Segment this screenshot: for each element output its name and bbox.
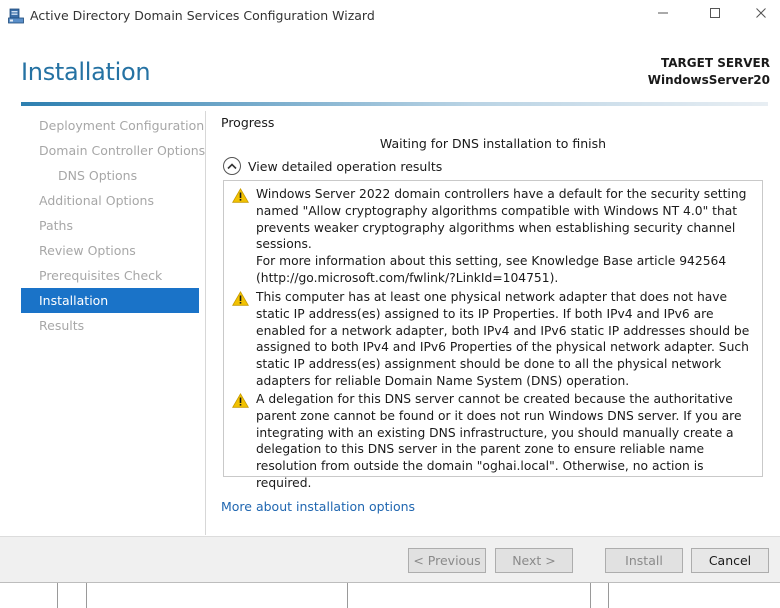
nav-item-results: Results — [39, 318, 85, 333]
close-button[interactable] — [738, 0, 780, 30]
taskbar-separator — [347, 583, 348, 608]
wizard-steps-nav: Deployment Configuration Domain Controll… — [21, 113, 206, 338]
page-title: Installation — [21, 58, 151, 86]
warning-message-text: For more information about this setting,… — [256, 254, 727, 285]
view-details-label: View detailed operation results — [248, 158, 443, 174]
warning-icon — [232, 393, 249, 408]
taskbar-separator — [57, 583, 58, 608]
warning-icon — [232, 188, 249, 203]
progress-status: Waiting for DNS installation to finish — [379, 136, 607, 151]
nav-item-dns-options: DNS Options — [58, 168, 138, 183]
operation-results-panel[interactable]: Windows Server 2022 domain controllers h… — [223, 180, 763, 490]
header-divider — [21, 102, 768, 106]
taskbar — [0, 582, 780, 608]
warning-message-text: This computer has at least one physical … — [256, 290, 750, 388]
nav-item-installation[interactable]: Installation — [21, 288, 199, 313]
next-button[interactable]: Next > — [495, 548, 573, 573]
nav-item-prerequisites-check: Prerequisites Check — [39, 268, 163, 283]
more-installation-options-link[interactable]: More about installation options — [221, 499, 415, 514]
nav-item-review-options: Review Options — [39, 243, 136, 258]
title-bar: Active Directory Domain Services Configu… — [0, 0, 780, 32]
maximize-button[interactable] — [692, 0, 738, 30]
taskbar-separator — [590, 583, 591, 608]
warning-message-text: Windows Server 2022 domain controllers h… — [256, 187, 747, 252]
nav-item-domain-controller-options: Domain Controller Options — [39, 143, 206, 158]
target-server-name: WindowsServer20 — [647, 73, 770, 87]
nav-item-deployment-configuration: Deployment Configuration — [39, 118, 205, 133]
minimize-icon — [657, 7, 669, 23]
window-title: Active Directory Domain Services Configu… — [30, 8, 375, 23]
target-server-label: TARGET SERVER — [661, 56, 770, 70]
server-wizard-icon — [8, 8, 24, 24]
nav-item-additional-options: Additional Options — [39, 193, 154, 208]
taskbar-separator — [86, 583, 87, 608]
minimize-button[interactable] — [640, 0, 686, 30]
warning-icon — [232, 291, 249, 306]
chevron-up-icon — [223, 157, 241, 175]
warning-message-text: A delegation for this DNS server cannot … — [256, 392, 742, 490]
close-icon — [755, 7, 767, 23]
install-button[interactable]: Install — [605, 548, 683, 573]
previous-button[interactable]: < Previous — [408, 548, 486, 573]
cancel-button[interactable]: Cancel — [691, 548, 769, 573]
wizard-footer: < Previous Next > Install Cancel — [0, 536, 780, 582]
maximize-icon — [709, 7, 721, 23]
view-details-toggle[interactable]: View detailed operation results — [223, 157, 442, 175]
progress-label: Progress — [221, 115, 275, 130]
taskbar-separator — [608, 583, 609, 608]
nav-item-paths: Paths — [39, 218, 73, 233]
nav-divider — [205, 111, 206, 535]
